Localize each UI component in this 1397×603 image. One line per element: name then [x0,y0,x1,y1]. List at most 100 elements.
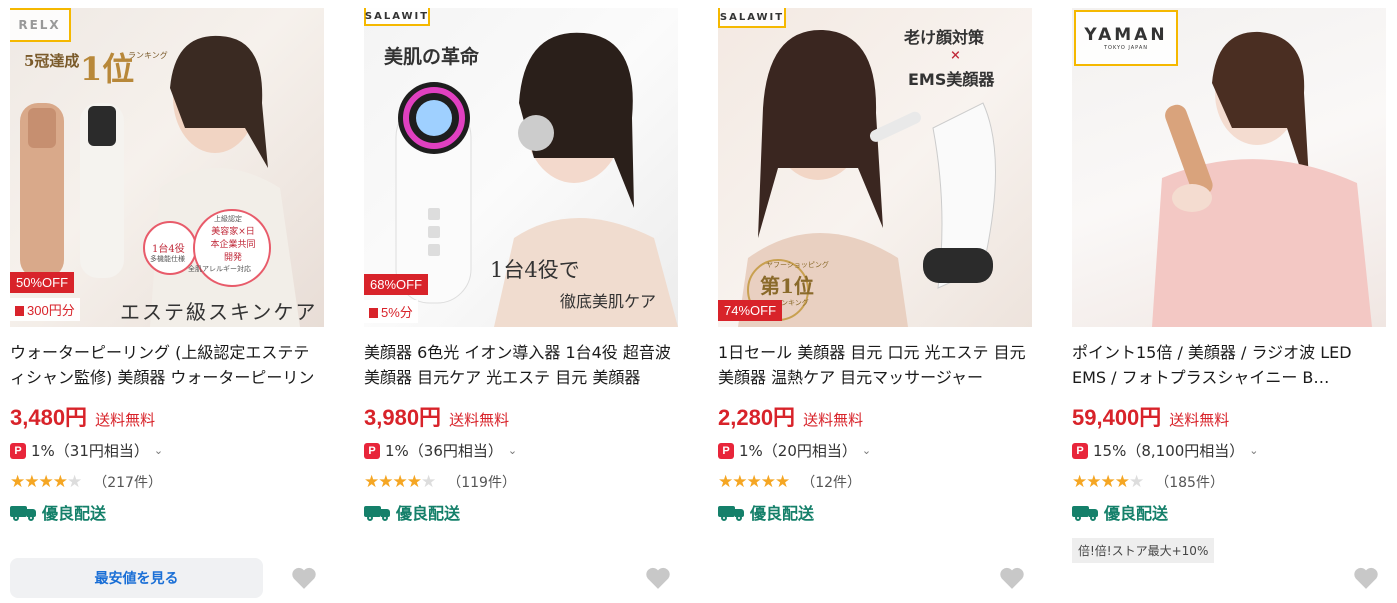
review-count: （185件） [1155,475,1224,491]
product-image[interactable]: SALAWIT 美肌の革命 1台4役で 徹底美肌ケア 68%OFF 5%分 [364,8,678,327]
image-caption: 多機能仕様 [150,255,185,263]
delivery-label: 優良配送 [750,504,815,523]
rating[interactable]: ★★★★★ （185件） [1072,472,1224,492]
chevron-down-icon: ⌄ [153,444,164,457]
image-caption: 1位 [80,50,135,88]
image-caption: 上級認定 [214,215,242,223]
price: 59,400円 [1072,405,1162,430]
product-title[interactable]: 1日セール 美顔器 目元 口元 光エステ 目元美顔器 温熱ケア 目元マッサージャ… [718,340,1032,390]
points-badge-text: 300円分 [27,303,75,318]
heart-icon[interactable] [291,566,317,590]
image-caption: 美肌の革命 [384,46,480,68]
star-rating-icon: ★★★★★ [1072,472,1144,492]
product-image[interactable]: RELX 5冠達成 1位 ランキング 1台4役 多機能仕様 全肌アレルギー対応 … [10,8,324,327]
point-dropdown[interactable]: P 1%（36円相当） ⌄ [364,440,517,461]
discount-badge: 68%OFF [364,274,429,295]
product-card: RELX 5冠達成 1位 ランキング 1台4役 多機能仕様 全肌アレルギー対応 … [10,0,336,603]
delivery-label: 優良配送 [1104,504,1169,523]
discount-badge: 74%OFF [718,300,783,321]
product-title[interactable]: ポイント15倍 / 美顔器 / ラジオ波 LED EMS / フォトプラスシャイ… [1072,340,1386,390]
price-row: 3,980円 送料無料 [364,400,509,432]
image-caption: ヤフーショッピング [766,261,829,269]
rating[interactable]: ★★★★★ （12件） [718,472,861,492]
star-rating-icon: ★★★★★ [364,472,436,492]
star-rating-icon: ★★★★★ [10,472,82,492]
points-icon [15,306,24,316]
truck-icon [1072,504,1100,521]
brand-logo: SALAWIT [364,8,430,26]
product-title[interactable]: ウォーターピーリング (上級認定エステティシャン監修) 美顔器 ウォーターピーリ… [10,340,324,390]
price: 2,280円 [718,405,796,430]
rating[interactable]: ★★★★★ （119件） [364,472,516,492]
image-caption: ランキング [128,51,168,60]
review-count: （119件） [447,475,516,491]
product-image[interactable]: YAMAN TOKYO JAPAN [1072,8,1386,327]
lowest-price-button[interactable]: 最安値を見る [10,558,263,598]
image-caption: 徹底美肌ケア [560,292,657,311]
truck-icon [718,504,746,521]
discount-badge: 50%OFF [10,272,75,293]
image-caption: EMS美顔器 [908,70,995,89]
price-row: 2,280円 送料無料 [718,400,863,432]
points-badge: 5%分 [364,300,418,323]
shipping-label: 送料無料 [803,411,864,429]
shipping-label: 送料無料 [95,411,156,429]
price: 3,980円 [364,405,442,430]
brand-logo: SALAWIT [718,8,786,28]
shipping-label: 送料無料 [449,411,510,429]
delivery-badge: 優良配送 [364,500,460,524]
product-title[interactable]: 美顔器 6色光 イオン導入器 1台4役 超音波美顔器 目元ケア 光エステ 目元 … [364,340,678,390]
price-row: 3,480円 送料無料 [10,400,155,432]
rating[interactable]: ★★★★★ （217件） [10,472,162,492]
image-caption: × [950,48,961,63]
point-dropdown[interactable]: P 1%（31円相当） ⌄ [10,440,163,461]
shipping-label: 送料無料 [1169,411,1230,429]
image-caption: 第1位 [760,274,814,298]
product-grid: RELX 5冠達成 1位 ランキング 1台4役 多機能仕様 全肌アレルギー対応 … [0,0,1397,603]
point-dropdown[interactable]: P 15%（8,100円相当） ⌄ [1072,440,1259,461]
point-text: 1%（31円相当） [31,442,149,460]
store-campaign-badge: 倍!倍!ストア最大+10% [1072,538,1215,563]
product-card: YAMAN TOKYO JAPAN ポイント15倍 / 美顔器 / ラジオ波 L… [1072,0,1397,603]
price: 3,480円 [10,405,88,430]
brand-logo-text: YAMAN [1084,25,1168,45]
truck-icon [364,504,392,521]
chevron-down-icon: ⌄ [1249,444,1259,457]
star-rating-icon: ★★★★★ [718,472,790,492]
delivery-label: 優良配送 [396,504,461,523]
image-caption: 1台4役 [152,244,185,255]
point-text: 1%（20円相当） [739,442,857,460]
brand-tagline: TOKYO JAPAN [1103,45,1149,51]
delivery-label: 優良配送 [42,504,107,523]
product-card: SALAWIT 美肌の革命 1台4役で 徹底美肌ケア 68%OFF 5%分 美顔… [364,0,690,603]
paypay-icon: P [10,442,26,459]
chevron-down-icon: ⌄ [507,444,518,457]
price-row: 59,400円 送料無料 [1072,400,1229,432]
brand-logo: YAMAN TOKYO JAPAN [1074,10,1178,66]
point-text: 1%（36円相当） [385,442,503,460]
heart-icon[interactable] [645,566,671,590]
review-count: （217件） [93,475,162,491]
heart-icon[interactable] [1353,566,1379,590]
chevron-down-icon: ⌄ [861,444,872,457]
delivery-badge: 優良配送 [718,500,814,524]
delivery-badge: 優良配送 [1072,500,1168,524]
paypay-icon: P [364,442,380,459]
paypay-icon: P [718,442,734,459]
image-caption: エステ級スキンケア [120,300,318,324]
product-card: SALAWIT 老け顔対策 × EMS美顔器 ヤフーショッピング 第1位 ランキ… [718,0,1044,603]
image-caption: 5冠達成 [24,52,80,70]
product-image[interactable]: SALAWIT 老け顔対策 × EMS美顔器 ヤフーショッピング 第1位 ランキ… [718,8,1032,327]
paypay-icon: P [1072,442,1088,459]
image-caption: 老け顔対策 [904,28,985,47]
heart-icon[interactable] [999,566,1025,590]
points-icon [369,308,378,318]
point-dropdown[interactable]: P 1%（20円相当） ⌄ [718,440,871,461]
point-text: 15%（8,100円相当） [1093,442,1245,460]
truck-icon [10,504,38,521]
points-badge-text: 5%分 [381,305,413,320]
points-badge: 300円分 [10,298,80,321]
image-caption: 1台4役で [490,258,580,282]
delivery-badge: 優良配送 [10,500,106,524]
image-caption: 美容家×日本企業共同開発 [210,227,256,263]
